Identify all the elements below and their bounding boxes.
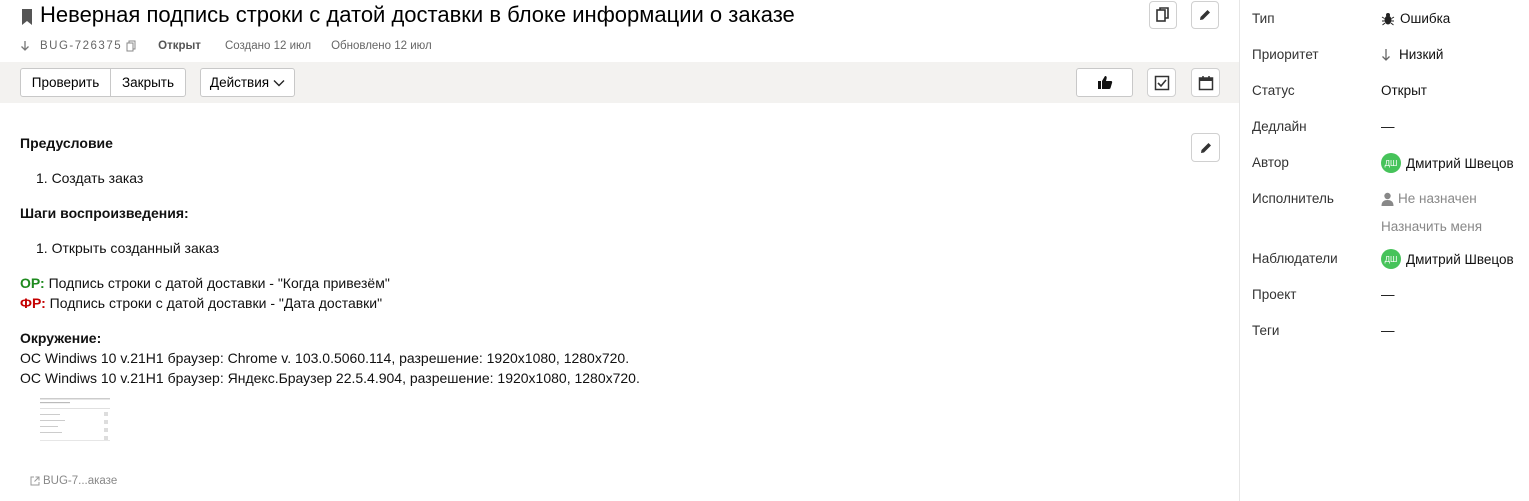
issue-toolbar: Проверить Закрыть Действия: [0, 62, 1240, 103]
copy-link-button[interactable]: [1149, 1, 1177, 29]
calendar-icon: [1198, 75, 1213, 90]
precondition-heading: Предусловие: [20, 135, 113, 151]
tags-label: Теги: [1252, 323, 1280, 338]
type-label: Тип: [1252, 11, 1275, 26]
screenshot-preview-icon: [38, 396, 112, 450]
priority-text: Низкий: [1399, 47, 1444, 62]
environment-heading: Окружение:: [20, 330, 102, 346]
copy-icon: [1156, 7, 1169, 22]
issue-meta: BUG-726375 Открыт Создано 12 июл Обновле…: [20, 38, 432, 54]
priority-label: Приоритет: [1252, 47, 1319, 62]
edit-title-button[interactable]: [1191, 1, 1219, 29]
deadline-label: Дедлайн: [1252, 119, 1307, 134]
pencil-icon: [1200, 10, 1210, 20]
copy-key-icon[interactable]: [126, 40, 137, 52]
avatar: ДШ: [1381, 249, 1401, 269]
assignee-text: Не назначен: [1398, 191, 1477, 206]
deadline-value[interactable]: —: [1381, 119, 1395, 134]
check-button[interactable]: Проверить: [20, 68, 111, 97]
precondition-item: 1. Создать заказ: [36, 170, 144, 186]
bug-icon: [1381, 12, 1395, 25]
status-label: Статус: [1252, 83, 1295, 98]
thumbs-up-icon: [1097, 76, 1112, 89]
arrow-down-icon: [1382, 48, 1390, 61]
type-text: Ошибка: [1400, 11, 1451, 26]
actual-result: ФР: Подпись строки с датой доставки - "Д…: [20, 295, 382, 311]
type-value[interactable]: Ошибка: [1381, 11, 1450, 26]
project-value[interactable]: —: [1381, 287, 1395, 302]
checklist-button[interactable]: [1147, 68, 1176, 97]
watchers-label: Наблюдатели: [1252, 251, 1338, 266]
environment-line: ОС Windiws 10 v.21H1 браузер: Chrome v. …: [20, 350, 630, 366]
bookmark-icon[interactable]: [20, 8, 34, 26]
like-button[interactable]: [1076, 68, 1133, 97]
external-link-icon: [30, 476, 40, 486]
project-label: Проект: [1252, 287, 1297, 302]
edit-description-button[interactable]: [1191, 133, 1220, 162]
attachment-name: BUG-7...аказе: [43, 475, 118, 487]
expected-result: ОР: Подпись строки с датой доставки - "К…: [20, 275, 390, 291]
environment-line: ОС Windiws 10 v.21H1 браузер: Яндекс.Бра…: [20, 370, 640, 386]
issue-key[interactable]: BUG-726375: [40, 40, 122, 52]
actions-label: Действия: [209, 75, 270, 90]
actions-dropdown[interactable]: Действия: [200, 68, 295, 97]
avatar: ДШ: [1381, 153, 1401, 173]
chevron-down-icon: [273, 79, 285, 86]
expected-label: ОР:: [20, 275, 45, 291]
issue-sidebar: Тип Ошибка Приоритет Низкий Статус Откры…: [1239, 0, 1529, 501]
status-badge: Открыт: [158, 40, 201, 52]
steps-item: 1. Открыть созданный заказ: [36, 240, 220, 256]
author-name: Дмитрий Швецов: [1406, 155, 1514, 171]
author-value[interactable]: ДШ Дмитрий Швецов: [1381, 153, 1514, 173]
created-date: Создано 12 июл: [224, 40, 312, 52]
updated-date: Обновлено 12 июл: [331, 40, 432, 52]
actual-text: Подпись строки с датой доставки - "Дата …: [45, 295, 383, 311]
tags-value[interactable]: —: [1381, 323, 1395, 338]
title-row: Неверная подпись строки с датой доставки…: [20, 0, 795, 30]
watcher-name: Дмитрий Швецов: [1406, 251, 1514, 267]
steps-heading: Шаги воспроизведения:: [20, 205, 189, 221]
close-button[interactable]: Закрыть: [110, 68, 186, 97]
expected-text: Подпись строки с датой доставки - "Когда…: [44, 275, 390, 291]
actual-label: ФР:: [20, 295, 46, 311]
issue-main: Неверная подпись строки с датой доставки…: [0, 0, 1240, 501]
priority-value[interactable]: Низкий: [1381, 47, 1443, 62]
checkbox-icon: [1154, 75, 1169, 90]
watchers-value[interactable]: ДШ Дмитрий Швецов: [1381, 249, 1514, 269]
attachment-link[interactable]: BUG-7...аказе: [30, 475, 117, 487]
user-icon: [1381, 192, 1394, 206]
assign-me-link[interactable]: Назначить меня: [1381, 219, 1482, 234]
page-title: Неверная подпись строки с датой доставки…: [40, 2, 795, 27]
calendar-button[interactable]: [1191, 68, 1220, 97]
assignee-value[interactable]: Не назначен: [1381, 191, 1477, 206]
arrow-down-icon: [21, 41, 29, 51]
status-value[interactable]: Открыт: [1381, 83, 1427, 98]
pencil-icon: [1200, 142, 1211, 153]
assignee-label: Исполнитель: [1252, 191, 1334, 206]
attachment-thumbnail[interactable]: [38, 396, 112, 450]
author-label: Автор: [1252, 155, 1289, 170]
